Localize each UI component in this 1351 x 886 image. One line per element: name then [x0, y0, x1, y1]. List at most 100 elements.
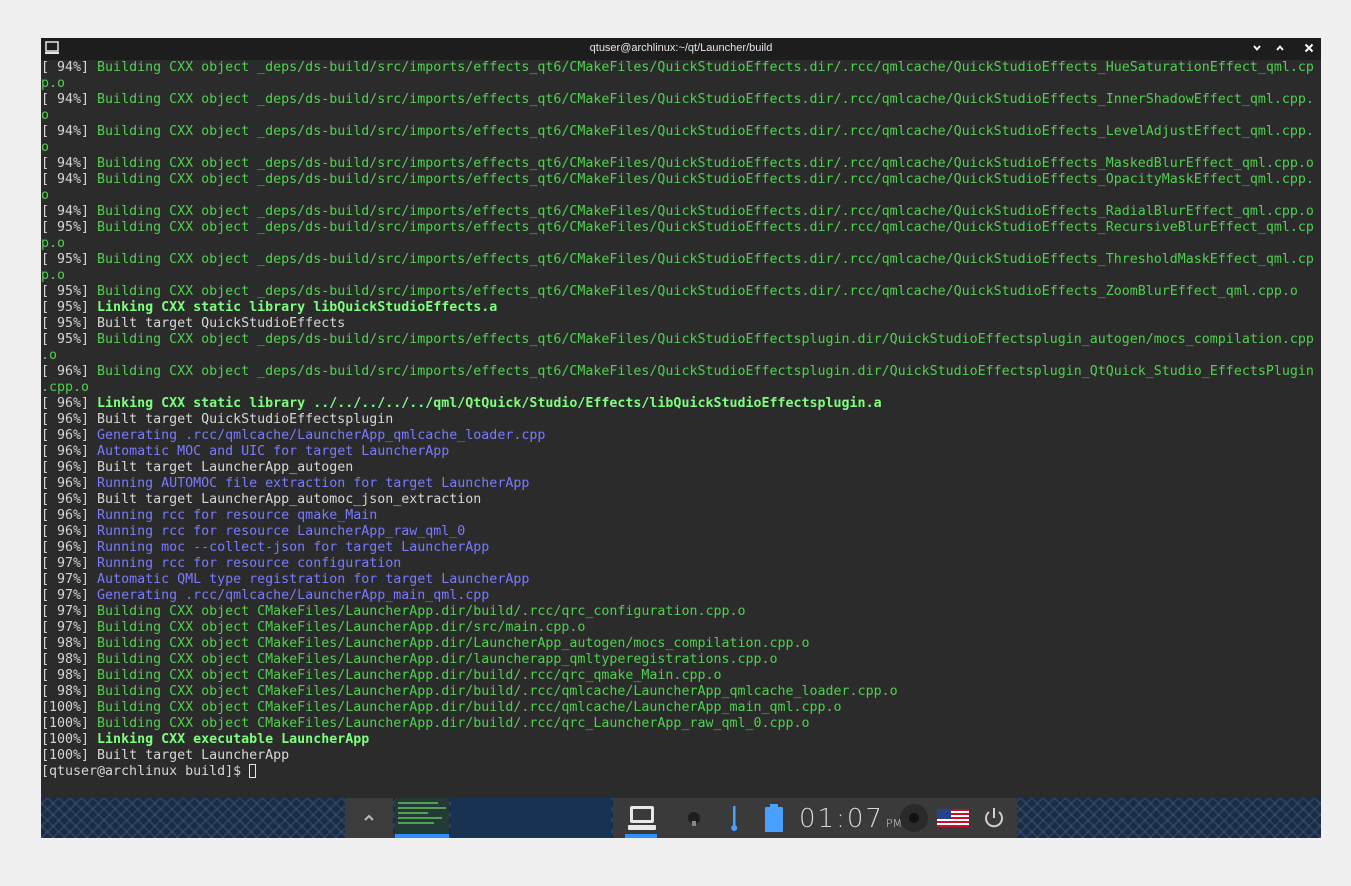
progress-percent: [ 94%] [41, 172, 98, 187]
build-message: .cpp.o [41, 380, 90, 395]
terminal-line: [ 97%] Building CXX object CMakeFiles/La… [41, 620, 1321, 636]
workspace-thumbnail[interactable] [395, 798, 449, 838]
progress-percent: [ 98%] [41, 684, 98, 699]
progress-percent: [100%] [41, 732, 98, 747]
build-message: Building CXX object CMakeFiles/LauncherA… [97, 716, 810, 731]
window-titlebar[interactable]: qtuser@archlinux:~/qt/Launcher/build [41, 38, 1321, 60]
chevron-down-icon [1253, 45, 1261, 51]
build-message: Linking CXX static library ../../../../.… [97, 396, 882, 411]
terminal-icon [628, 806, 656, 830]
terminal-line: p.o [41, 268, 1321, 284]
terminal-line: [ 98%] Building CXX object CMakeFiles/La… [41, 684, 1321, 700]
terminal-line: [ 96%] Running AUTOMOC file extraction f… [41, 476, 1321, 492]
build-message: Built target LauncherApp [97, 748, 290, 763]
build-message: Running AUTOMOC file extraction for targ… [97, 476, 530, 491]
terminal-line: p.o [41, 76, 1321, 92]
window-title: qtuser@archlinux:~/qt/Launcher/build [589, 42, 773, 54]
thermometer-button[interactable] [719, 798, 749, 838]
build-message: Automatic QML type registration for targ… [97, 572, 530, 587]
progress-percent: [ 95%] [41, 300, 98, 315]
terminal-line: .cpp.o [41, 380, 1321, 396]
terminal-line: [100%] Linking CXX executable LauncherAp… [41, 732, 1321, 748]
desktop-screen: qtuser@archlinux:~/qt/Launcher/build [ 9… [41, 38, 1321, 838]
clock-time: 01:07 [799, 804, 884, 834]
minimize-button[interactable] [1249, 41, 1265, 57]
terminal-line: [ 95%] Building CXX object _deps/ds-buil… [41, 284, 1321, 300]
build-message: Building CXX object CMakeFiles/LauncherA… [97, 668, 722, 683]
progress-percent: [ 96%] [41, 428, 98, 443]
progress-percent: [ 96%] [41, 508, 98, 523]
close-button[interactable] [1301, 41, 1317, 57]
build-message: Built target QuickStudioEffects [97, 316, 346, 331]
terminal-line: [ 97%] Running rcc for resource configur… [41, 556, 1321, 572]
build-message: Running rcc for resource LauncherApp_raw… [97, 524, 466, 539]
workspace-desktop[interactable] [451, 798, 611, 838]
progress-percent: [ 95%] [41, 252, 98, 267]
progress-percent: [ 96%] [41, 460, 98, 475]
build-message: Building CXX object _deps/ds-build/src/i… [97, 60, 1314, 75]
progress-percent: [ 94%] [41, 124, 98, 139]
progress-percent: [ 96%] [41, 476, 98, 491]
close-icon [1304, 43, 1314, 53]
progress-percent: [ 96%] [41, 364, 98, 379]
progress-percent: [ 98%] [41, 652, 98, 667]
power-icon [985, 808, 1003, 828]
build-message: Built target LauncherApp_automoc_json_ex… [97, 492, 482, 507]
volume-knob-icon [900, 804, 928, 832]
build-message: Building CXX object CMakeFiles/LauncherA… [97, 652, 778, 667]
build-message: .o [41, 348, 58, 363]
build-message: Building CXX object _deps/ds-build/src/i… [97, 252, 1314, 267]
terminal-line: [ 96%] Built target LauncherApp_autogen [41, 460, 1321, 476]
build-message: Building CXX object _deps/ds-build/src/i… [97, 220, 1314, 235]
progress-percent: [ 94%] [41, 204, 98, 219]
build-message: Generating .rcc/qmlcache/LauncherApp_qml… [97, 428, 546, 443]
shell-prompt[interactable]: [qtuser@archlinux build]$ [41, 764, 1321, 780]
terminal-task-button[interactable] [619, 798, 665, 838]
build-message: o [41, 140, 50, 155]
terminal-line: [ 94%] Building CXX object _deps/ds-buil… [41, 92, 1321, 108]
progress-percent: [ 97%] [41, 620, 98, 635]
progress-percent: [100%] [41, 716, 98, 731]
progress-percent: [ 97%] [41, 604, 98, 619]
battery-icon [765, 804, 783, 832]
build-message: p.o [41, 236, 66, 251]
active-workspace-indicator [395, 834, 449, 838]
terminal-line: [ 95%] Building CXX object _deps/ds-buil… [41, 220, 1321, 236]
progress-percent: [ 98%] [41, 668, 98, 683]
terminal-line: [ 95%] Built target QuickStudioEffects [41, 316, 1321, 332]
progress-percent: [ 94%] [41, 60, 98, 75]
progress-percent: [100%] [41, 700, 98, 715]
terminal-line: [ 98%] Building CXX object CMakeFiles/La… [41, 652, 1321, 668]
terminal-line: [ 95%] Building CXX object _deps/ds-buil… [41, 252, 1321, 268]
terminal-line: o [41, 108, 1321, 124]
thermometer-icon [731, 806, 738, 831]
volume-knob-button[interactable] [897, 798, 931, 838]
power-button[interactable] [977, 798, 1011, 838]
terminal-line: [ 98%] Building CXX object CMakeFiles/La… [41, 636, 1321, 652]
build-message: Built target LauncherApp_autogen [97, 460, 354, 475]
progress-percent: [ 95%] [41, 332, 98, 347]
progress-percent: [ 97%] [41, 572, 98, 587]
build-message: Building CXX object CMakeFiles/LauncherA… [97, 700, 842, 715]
build-message: Running rcc for resource configuration [97, 556, 402, 571]
build-message: Building CXX object _deps/ds-build/src/i… [97, 92, 1314, 107]
terminal-line: .o [41, 348, 1321, 364]
terminal-line: [ 96%] Generating .rcc/qmlcache/Launcher… [41, 428, 1321, 444]
terminal-output[interactable]: [ 94%] Building CXX object _deps/ds-buil… [41, 60, 1321, 814]
progress-percent: [ 94%] [41, 92, 98, 107]
progress-percent: [ 95%] [41, 220, 98, 235]
build-message: Running moc --collect-json for target La… [97, 540, 490, 555]
maximize-button[interactable] [1272, 41, 1288, 57]
lightbulb-icon [688, 812, 700, 826]
keyboard-layout-button[interactable] [935, 798, 971, 838]
clock[interactable]: 01:07 PM [799, 804, 902, 834]
terminal-line: [ 97%] Building CXX object CMakeFiles/La… [41, 604, 1321, 620]
show-apps-button[interactable] [345, 798, 393, 838]
build-message: Building CXX object _deps/ds-build/src/i… [97, 124, 1314, 139]
terminal-line: [ 96%] Automatic MOC and UIC for target … [41, 444, 1321, 460]
terminal-line: [ 95%] Linking CXX static library libQui… [41, 300, 1321, 316]
terminal-line: o [41, 140, 1321, 156]
lightbulb-button[interactable] [679, 798, 709, 838]
battery-button[interactable] [759, 798, 789, 838]
progress-percent: [ 98%] [41, 636, 98, 651]
